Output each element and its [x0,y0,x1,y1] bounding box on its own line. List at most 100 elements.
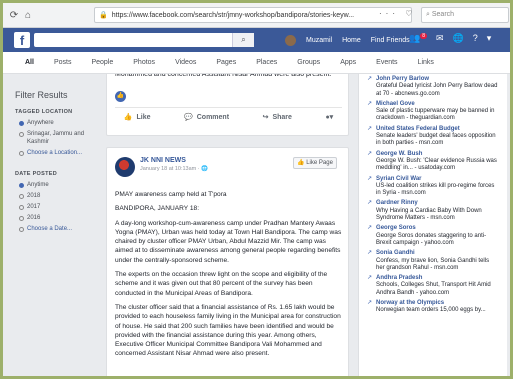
tab-posts[interactable]: Posts [44,59,82,66]
trending-arrow-icon: ↗ [367,225,373,232]
post-header: JK NNI NEWS January 18 at 10:13am · 🌐 [115,157,208,177]
tab-people[interactable]: People [81,59,123,66]
date-posted-heading: DATE POSTED [15,171,58,177]
comment-icon: 💬 [184,114,193,121]
radio-icon [19,183,24,188]
tab-all[interactable]: All [3,59,44,66]
post-timestamp[interactable]: January 18 at 10:13am · 🌐 [140,166,208,172]
friend-requests-icon[interactable]: 👥 8 [409,33,427,44]
radio-icon [19,151,24,156]
trending-item[interactable]: ↗ George W. Bush George W. Bush: 'Clear ev… [367,151,499,173]
trending-arrow-icon: ↗ [367,175,373,182]
search-icon[interactable]: ⌕ [232,33,254,47]
tab-pages[interactable]: Pages [206,59,246,66]
help-icon[interactable]: ? [473,33,478,44]
page-avatar[interactable] [115,157,135,177]
radio-icon [19,121,24,126]
post-paragraph: The experts on the occasion threw light … [115,271,328,297]
trending-arrow-icon: ↗ [367,125,373,132]
trending-arrow-icon: ↗ [367,275,373,282]
trending-item[interactable]: ↗ United States Federal Budget Senate lead… [367,126,499,148]
facebook-search-input[interactable]: ⌕ [34,33,254,47]
results-column: Mohammed and concerned Assistant Nisar A… [106,74,349,376]
comment-button[interactable]: 💬 Comment [184,113,229,121]
lock-icon: 🔒 [99,12,108,19]
post-paragraph: The cluster officer said that a financia… [115,303,341,358]
post-card: JK NNI NEWS January 18 at 10:13am · 🌐 👍 … [106,147,349,376]
share-icon: ↪ [262,114,269,121]
trending-item[interactable]: ↗ George Soros George Soros donates stagge… [367,225,499,247]
page-name-link[interactable]: JK NNI NEWS [140,157,208,164]
trending-item[interactable]: ↗ Michael Gove Sale of plastic tupperware … [367,101,499,123]
like-page-button[interactable]: 👍 Like Page [293,157,337,169]
facebook-header: f ⌕ Muzamil Home Find Friends 👥 8 ✉ 🌐 ? ▾ [3,28,510,52]
date-option-2017[interactable]: 2017 [19,203,97,211]
post-body: PMAY awareness camp held at T'pora BANDI… [115,190,343,364]
choose-location-link[interactable]: Choose a Location... [19,149,97,157]
user-avatar[interactable] [285,35,296,46]
trending-arrow-icon: ↗ [367,250,373,257]
messages-icon[interactable]: ✉ [436,33,444,44]
notification-badge: 8 [420,33,427,39]
filter-title: Filter Results [15,90,68,100]
address-bar[interactable]: 🔒 https://www.facebook.com/search/str/jm… [94,7,412,23]
browser-toolbar: ⟳ ⌂ 🔒 https://www.facebook.com/search/st… [3,3,510,28]
like-reaction-icon[interactable]: 👍 [115,91,126,102]
tagged-location-heading: TAGGED LOCATION [15,109,73,115]
tab-events[interactable]: Events [366,59,407,66]
trending-arrow-icon: ↗ [367,100,373,107]
search-tabs: All Posts People Photos Videos Pages Pla… [3,52,510,74]
user-name-link[interactable]: Muzamil [306,37,332,44]
reload-icon[interactable]: ⟳ [7,10,21,21]
tab-places[interactable]: Places [246,59,287,66]
header-nav: Muzamil Home Find Friends [285,35,410,46]
tab-photos[interactable]: Photos [123,59,165,66]
trending-item[interactable]: ↗ Norway at the Olympics Norwegian team or… [367,300,499,315]
notifications-icon[interactable]: 🌐 [453,33,464,44]
tab-groups[interactable]: Groups [287,59,330,66]
like-icon: 👍 [297,160,307,166]
page-content: Filter Results TAGGED LOCATION Anywhere … [3,74,510,376]
trending-item[interactable]: ↗ John Perry Barlow Grateful Dead lyricist… [367,76,499,98]
post-paragraph: PMAY awareness camp held at T'pora [115,191,227,198]
like-icon: 👍 [123,114,133,121]
previous-post-card: Mohammed and concerned Assistant Nisar A… [106,74,349,136]
trending-arrow-icon: ↗ [367,76,373,82]
date-option-2016[interactable]: 2016 [19,214,97,222]
filter-sidebar: Filter Results TAGGED LOCATION Anywhere … [15,90,97,236]
divider [115,107,342,108]
trending-item[interactable]: ↗ Syrian Civil War US-led coalition strike… [367,176,499,198]
trending-item[interactable]: ↗ Sonia Gandhi Confess, my brave lion, Son… [367,250,499,272]
browser-search-input[interactable]: ⌕ Search [421,7,509,23]
choose-date-link[interactable]: Choose a Date... [19,225,97,233]
trending-item[interactable]: ↗ Andhra Pradesh Schools, Colleges Shut, T… [367,275,499,297]
post-paragraph: A day-long workshop-cum-awareness camp u… [115,219,342,264]
date-option-2018[interactable]: 2018 [19,192,97,200]
trending-item[interactable]: ↗ Gardner Rinny Why Having a Cardiac Baby … [367,200,499,222]
post-text-tail: Mohammed and concerned Assistant Nisar A… [115,74,332,78]
location-option-srinagar[interactable]: Srinagar, Jammu and Kashmir [19,130,97,146]
date-option-anytime[interactable]: Anytime [19,181,97,189]
radio-icon [19,194,24,199]
account-menu-icon[interactable]: ▾ [487,33,492,44]
tab-links[interactable]: Links [408,59,444,66]
like-button[interactable]: 👍 Like [124,113,151,121]
find-friends-link[interactable]: Find Friends [371,37,410,44]
location-option-anywhere[interactable]: Anywhere [19,119,97,127]
trending-list: ↗ John Perry Barlow Grateful Dead lyricist… [359,74,507,315]
facebook-logo-icon[interactable]: f [14,32,30,48]
tab-videos[interactable]: Videos [165,59,206,66]
url-text: https://www.facebook.com/search/str/jmny… [111,11,355,19]
share-button[interactable]: ↪ Share [263,113,292,121]
audience-selector-icon[interactable]: ●▾ [325,113,333,121]
post-actions: 👍 Like 💬 Comment ↪ Share ●▾ [107,113,350,121]
trending-arrow-icon: ↗ [367,200,373,207]
trending-arrow-icon: ↗ [367,300,373,307]
radio-icon [19,216,24,221]
tab-apps[interactable]: Apps [330,59,366,66]
trending-arrow-icon: ↗ [367,150,373,157]
radio-icon [19,205,24,210]
home-link[interactable]: Home [342,37,361,44]
home-icon[interactable]: ⌂ [21,10,35,21]
radio-icon [19,227,24,232]
